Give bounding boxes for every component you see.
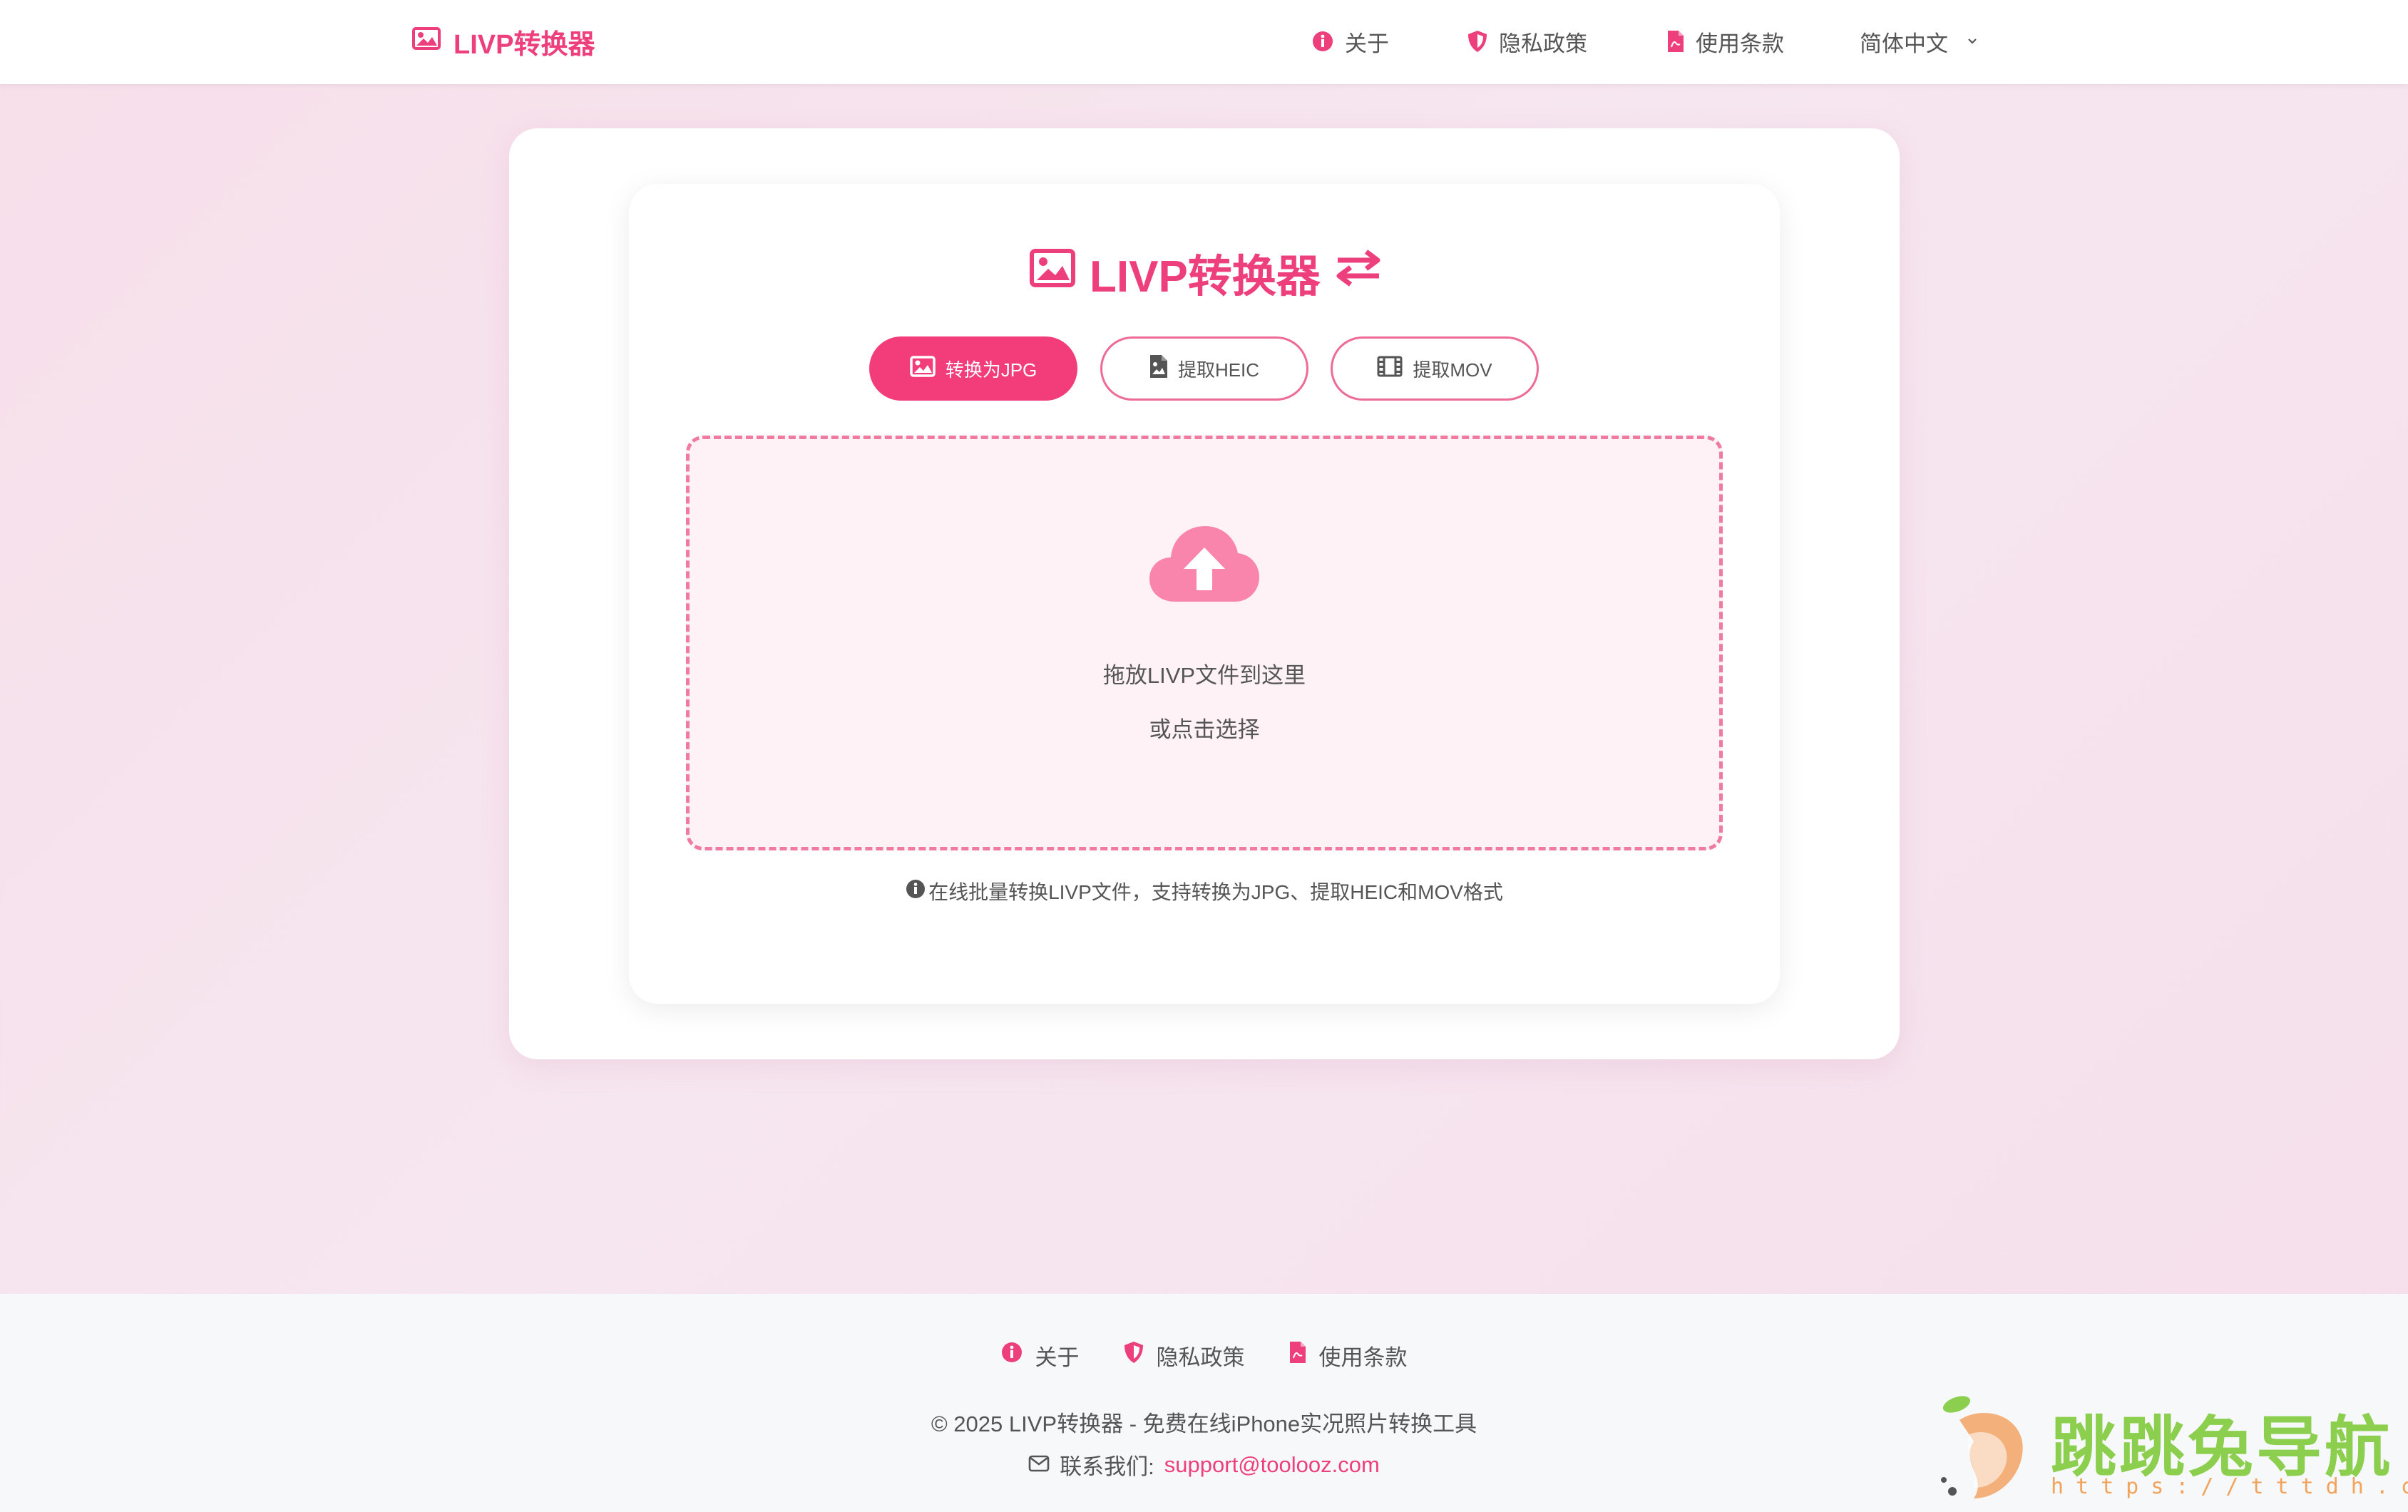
tab-convert-jpg-label: 转换为JPG xyxy=(945,359,1038,381)
info-circle-icon xyxy=(906,879,926,904)
brand-logo-link[interactable]: LIVP转换器 xyxy=(412,21,595,61)
exchange-arrows-icon xyxy=(1335,247,1382,298)
watermark-url: https://tttdh.com xyxy=(2051,1474,2408,1499)
nav-privacy[interactable]: 隐私政策 xyxy=(1467,21,1587,61)
language-select[interactable]: 简体中文 xyxy=(1860,21,1978,61)
footer-link-terms[interactable]: 使用条款 xyxy=(1289,1339,1408,1372)
tab-extract-mov-label: 提取MOV xyxy=(1413,359,1492,381)
cloud-upload-icon xyxy=(1148,522,1261,607)
chevron-down-icon xyxy=(1967,37,1978,46)
shield-icon xyxy=(1467,30,1487,53)
page-title: LIVP转换器 xyxy=(1030,247,1382,302)
footer-links: 关于 隐私政策 使用条款 xyxy=(0,1337,2408,1373)
page-title-text: LIVP转换器 xyxy=(1090,252,1321,302)
footer-link-terms-label: 使用条款 xyxy=(1318,1344,1408,1370)
shield-icon xyxy=(1124,1341,1144,1369)
tab-convert-jpg[interactable]: 转换为JPG xyxy=(869,336,1077,401)
contact-email-link[interactable]: support@toolooz.com xyxy=(1164,1452,1380,1478)
nav-about[interactable]: 关于 xyxy=(1312,21,1389,61)
tab-extract-heic-label: 提取HEIC xyxy=(1177,359,1260,381)
contact-label: 联系我们: xyxy=(1060,1454,1154,1479)
footer-link-about-label: 关于 xyxy=(1035,1344,1080,1370)
envelope-icon xyxy=(1028,1452,1050,1478)
tab-extract-mov[interactable]: 提取MOV xyxy=(1331,336,1539,401)
dropzone-secondary-text: 或点击选择 xyxy=(1149,717,1260,742)
info-circle-icon xyxy=(1312,31,1333,52)
dropzone-primary-text: 拖放LIVP文件到这里 xyxy=(1102,663,1306,688)
rabbit-logo-icon xyxy=(1931,1392,2038,1509)
nav-privacy-label: 隐私政策 xyxy=(1499,31,1587,56)
language-select-value: 简体中文 xyxy=(1860,31,1948,56)
file-pdf-icon xyxy=(1667,30,1684,53)
image-icon xyxy=(412,26,441,57)
watermark: 跳跳兔导航 https://tttdh.com xyxy=(1931,1392,2408,1509)
image-icon xyxy=(1030,247,1075,298)
nav-about-label: 关于 xyxy=(1345,31,1389,56)
image-icon xyxy=(909,355,936,382)
tab-extract-heic[interactable]: 提取HEIC xyxy=(1100,336,1308,401)
nav-terms-label: 使用条款 xyxy=(1696,31,1784,56)
film-icon xyxy=(1377,356,1403,382)
file-dropzone[interactable] xyxy=(686,436,1723,850)
info-hint: 在线批量转换LIVP文件，支持转换为JPG、提取HEIC和MOV格式 xyxy=(629,877,1780,905)
footer-link-privacy[interactable]: 隐私政策 xyxy=(1124,1339,1245,1372)
info-hint-text: 在线批量转换LIVP文件，支持转换为JPG、提取HEIC和MOV格式 xyxy=(928,881,1503,903)
brand-name: LIVP转换器 xyxy=(454,29,595,60)
top-navbar: LIVP转换器 关于 隐私政策 使用条款 简体中文 xyxy=(0,0,2408,84)
file-pdf-icon xyxy=(1289,1341,1306,1369)
info-circle-icon xyxy=(1001,1342,1023,1369)
nav-terms[interactable]: 使用条款 xyxy=(1667,21,1784,61)
file-image-icon xyxy=(1149,354,1168,384)
footer-link-privacy-label: 隐私政策 xyxy=(1156,1344,1245,1370)
footer-link-about[interactable]: 关于 xyxy=(1001,1339,1080,1372)
